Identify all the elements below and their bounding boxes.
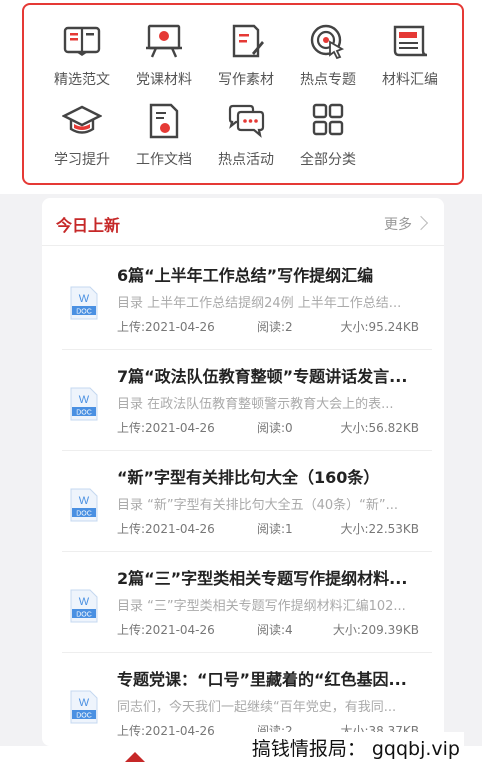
- category-redian-zhuanti[interactable]: 热点专题: [284, 11, 372, 88]
- svg-text:W: W: [79, 394, 90, 406]
- document-list-item[interactable]: W DOC “新”字型有关排比句大全（160条） 目录 “新”字型有关排比句大全…: [62, 452, 432, 552]
- category-grid: 精选范文 党课材料 写作素材 热点专题 材料汇编 学习提升 工作文档 热点活动 …: [22, 3, 464, 185]
- graduation-cap-icon: [62, 105, 102, 134]
- category-jingxuan-fanwen[interactable]: 精选范文: [38, 11, 126, 88]
- file-size: 大小:95.24KB: [340, 320, 420, 334]
- document-list-item[interactable]: W DOC 6篇“上半年工作总结”写作提纲汇编 目录 上半年工作总结提纲24例 …: [62, 250, 432, 350]
- word-doc-icon: W DOC: [70, 589, 98, 623]
- word-doc-icon: W DOC: [70, 488, 98, 522]
- svg-text:W: W: [79, 697, 90, 709]
- read-count: 阅读:4: [257, 623, 293, 637]
- grid-icon: [312, 103, 344, 136]
- upload-date: 上传:2021-04-26: [117, 724, 215, 738]
- party-document-icon: [149, 103, 179, 139]
- category-dangke-cailiao[interactable]: 党课材料: [120, 11, 208, 88]
- upload-date: 上传:2021-04-26: [117, 320, 215, 334]
- category-label: 热点活动: [218, 152, 274, 168]
- document-title: “新”字型有关排比句大全（160条）: [117, 468, 380, 487]
- word-doc-icon: W DOC: [70, 286, 98, 320]
- upload-date: 上传:2021-04-26: [117, 421, 215, 435]
- document-description: 目录 “新”字型有关排比句大全五（40条）“新”...: [117, 498, 399, 513]
- home-tab-icon[interactable]: [124, 750, 146, 762]
- chevron-right-icon: [413, 215, 429, 231]
- svg-text:DOC: DOC: [76, 612, 92, 619]
- category-panel: 精选范文 党课材料 写作素材 热点专题 材料汇编 学习提升 工作文档 热点活动 …: [0, 0, 482, 194]
- svg-text:W: W: [79, 596, 90, 608]
- document-description: 目录 在政法队伍教育整顿警示教育大会上的表...: [117, 397, 394, 412]
- read-count: 阅读:2: [257, 320, 293, 334]
- newspaper-icon: [393, 25, 428, 57]
- section-header: 今日上新 更多: [42, 198, 444, 246]
- file-size: 大小:56.82KB: [340, 421, 420, 435]
- upload-date: 上传:2021-04-26: [117, 522, 215, 536]
- document-list-item[interactable]: W DOC 2篇“三”字型类相关专题写作提纲材料... 目录 “三”字型类相关专…: [62, 553, 432, 653]
- lecture-board-icon: [146, 24, 182, 58]
- category-label: 写作素材: [218, 72, 274, 88]
- document-title: 2篇“三”字型类相关专题写作提纲材料...: [117, 569, 408, 588]
- category-xiezuo-sucai[interactable]: 写作素材: [202, 11, 290, 88]
- more-link[interactable]: 更多: [384, 214, 429, 234]
- target-click-icon: [310, 24, 345, 59]
- category-label: 党课材料: [136, 72, 192, 88]
- document-description: 目录 上半年工作总结提纲24例 上半年工作总结...: [117, 296, 402, 311]
- book-icon: [63, 26, 101, 56]
- document-description: 同志们，今天我们一起继续“百年党史，有我同...: [117, 700, 397, 715]
- today-new-card: 今日上新 更多 W DOC 6篇“上半年工作总结”写作提纲汇编 目录 上半年工作…: [42, 198, 444, 746]
- document-meta: 上传:2021-04-26 阅读:4 大小:209.39KB: [117, 621, 427, 639]
- svg-text:W: W: [79, 293, 90, 305]
- writing-icon: [232, 24, 264, 58]
- document-title: 专题党课：“口号”里藏着的“红色基因...: [117, 670, 407, 689]
- document-list-item[interactable]: W DOC 7篇“政法队伍教育整顿”专题讲话发言... 目录 在政法队伍教育整顿…: [62, 351, 432, 451]
- document-description: 目录 “三”字型类相关专题写作提纲材料汇编102...: [117, 599, 406, 614]
- category-label: 热点专题: [300, 72, 356, 88]
- read-count: 阅读:0: [257, 421, 293, 435]
- read-count: 阅读:1: [257, 522, 293, 536]
- section-title: 今日上新: [56, 216, 121, 235]
- category-cailiao-huibian[interactable]: 材料汇编: [366, 11, 454, 88]
- watermark-text: 搞钱情报局： gqqbj.vip: [247, 732, 464, 762]
- document-meta: 上传:2021-04-26 阅读:1 大小:22.53KB: [117, 520, 427, 538]
- svg-text:W: W: [79, 495, 90, 507]
- word-doc-icon: W DOC: [70, 690, 98, 724]
- upload-date: 上传:2021-04-26: [117, 623, 215, 637]
- document-meta: 上传:2021-04-26 阅读:2 大小:95.24KB: [117, 318, 427, 336]
- category-xuexi-tisheng[interactable]: 学习提升: [38, 91, 126, 168]
- category-redian-huodong[interactable]: 热点活动: [202, 91, 290, 168]
- document-title: 6篇“上半年工作总结”写作提纲汇编: [117, 266, 374, 285]
- file-size: 大小:209.39KB: [332, 623, 419, 637]
- category-label: 精选范文: [54, 72, 110, 88]
- more-label: 更多: [384, 217, 412, 233]
- category-label: 材料汇编: [382, 72, 438, 88]
- category-label: 工作文档: [136, 152, 192, 168]
- svg-text:DOC: DOC: [76, 713, 92, 720]
- svg-text:DOC: DOC: [76, 309, 92, 316]
- file-size: 大小:22.53KB: [340, 522, 420, 536]
- svg-text:DOC: DOC: [76, 511, 92, 518]
- category-label: 学习提升: [54, 152, 110, 168]
- category-quanbu-fenlei[interactable]: 全部分类: [284, 91, 372, 168]
- category-label: 全部分类: [300, 152, 356, 168]
- document-title: 7篇“政法队伍教育整顿”专题讲话发言...: [117, 367, 408, 386]
- word-doc-icon: W DOC: [70, 387, 98, 421]
- document-meta: 上传:2021-04-26 阅读:0 大小:56.82KB: [117, 419, 427, 437]
- svg-text:DOC: DOC: [76, 410, 92, 417]
- chat-bubbles-icon: [228, 104, 265, 138]
- category-gongzuo-wendang[interactable]: 工作文档: [120, 91, 208, 168]
